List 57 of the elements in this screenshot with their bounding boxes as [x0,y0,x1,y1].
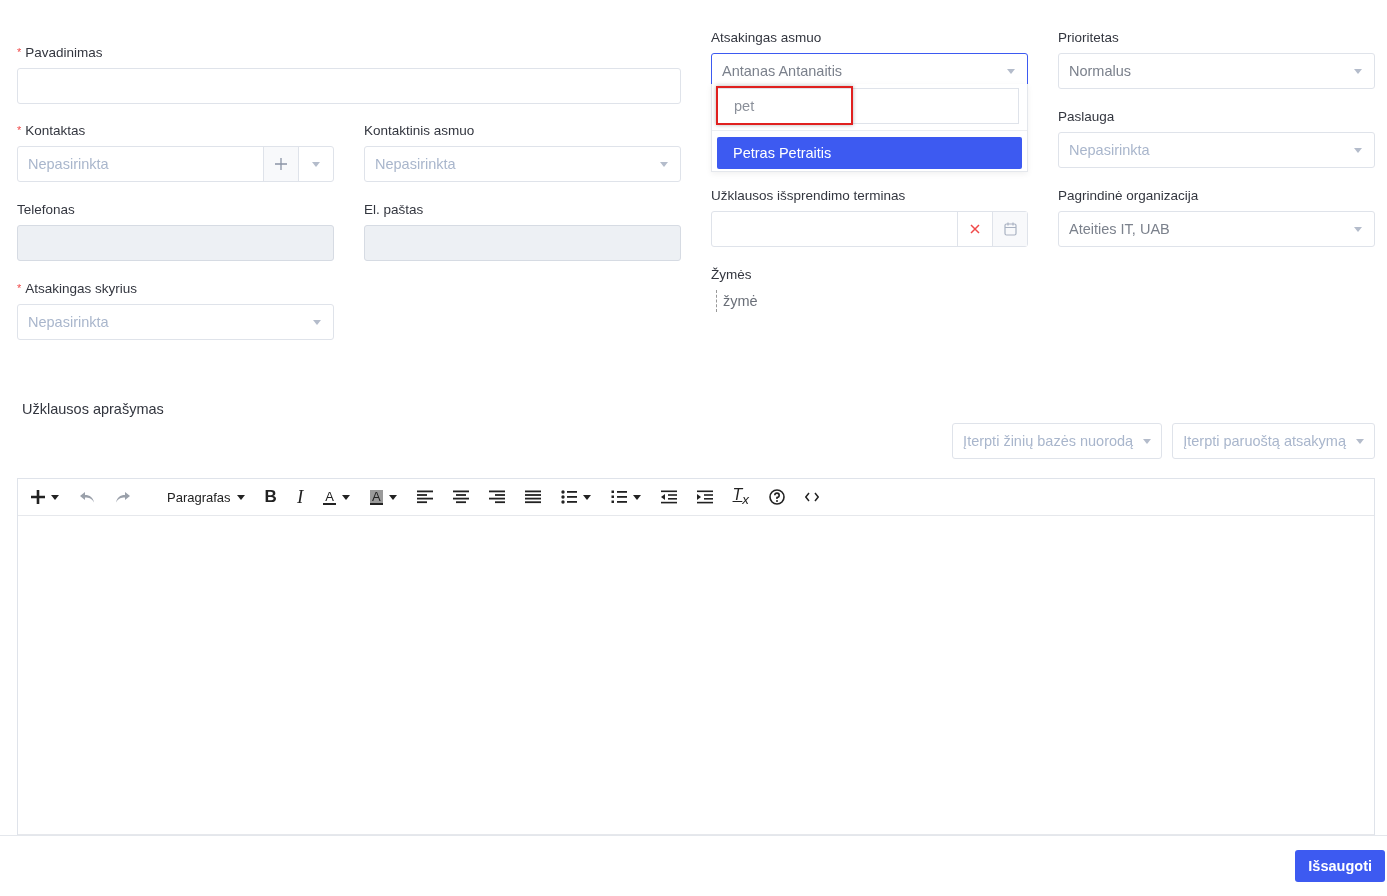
caret-icon [660,161,668,167]
caret-icon[interactable] [388,494,397,500]
numbered-list-icon[interactable] [610,490,627,504]
close-icon [970,224,980,234]
field-label: El. paštas [364,201,424,217]
caret-icon[interactable] [236,494,245,500]
calendar-icon [1003,222,1017,236]
dropdown-option[interactable]: Petras Petraitis [717,137,1022,169]
plus-icon[interactable] [31,490,45,504]
caret-icon [1354,226,1362,232]
format-dropdown[interactable]: Paragrafas [167,489,231,505]
field-label: Kontaktas [25,122,86,138]
caret-icon [312,161,320,167]
text-color-button[interactable]: A [323,489,336,505]
field-label: Žymės [711,266,752,282]
justify-icon[interactable] [524,490,541,504]
save-button[interactable]: Išsaugoti [1295,850,1385,882]
field-label: Prioritetas [1058,29,1119,45]
select-field[interactable]: Normalus [1058,53,1375,89]
caret-icon [1143,438,1152,444]
plus-icon [275,158,287,170]
outdent-icon[interactable] [660,490,677,504]
caret-icon [1354,68,1362,74]
caret-icon[interactable] [51,494,59,500]
align-right-icon[interactable] [488,490,505,504]
bold-button[interactable]: B [264,487,277,507]
caret-icon [1007,68,1015,74]
tag-input[interactable]: žymė [716,290,758,312]
caret-icon [1356,438,1364,444]
caret-icon[interactable] [582,494,591,500]
field-label: Pagrindinė organizacija [1058,187,1199,203]
field-label: Pavadinimas [25,44,103,60]
required-mark: * [17,124,22,136]
field-label: Kontaktinis asmuo [364,122,475,138]
align-left-icon[interactable] [416,490,433,504]
select-field[interactable]: Ateities IT, UAB [1058,211,1375,247]
caret-icon[interactable] [632,494,641,500]
text-field[interactable] [17,68,681,104]
highlight-color-button[interactable]: A [369,489,383,505]
clear-format-button[interactable]: T$_{x}$ [732,486,749,508]
field-label: Paslauga [1058,108,1115,124]
indent-icon[interactable] [696,490,713,504]
section-label: Užklausos aprašymas [22,401,165,419]
caret-icon [1354,147,1362,153]
caret-icon[interactable] [341,494,350,500]
code-icon[interactable] [805,492,819,502]
required-mark: * [17,282,22,294]
bullet-list-icon[interactable] [560,490,577,504]
field-label: Užklausos išsprendimo terminas [711,187,906,203]
field-label: Atsakingas skyrius [25,280,138,296]
field-label: Atsakingas asmuo [711,29,822,45]
help-icon[interactable] [769,489,785,505]
caret-icon [313,319,321,325]
required-mark: * [17,46,22,58]
field-label: Telefonas [17,201,75,217]
align-center-icon[interactable] [452,490,469,504]
italic-button[interactable]: I [296,486,304,508]
